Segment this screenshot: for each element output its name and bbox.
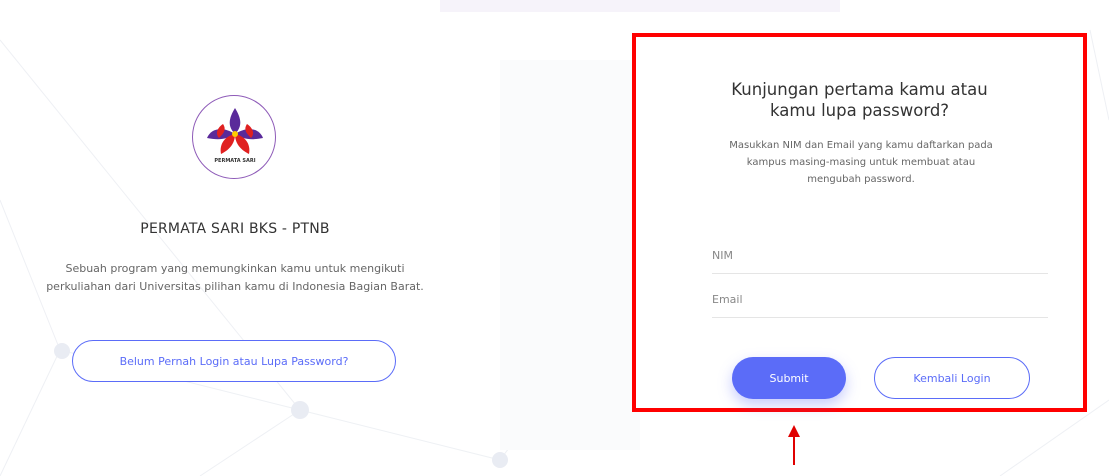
reset-password-card: Kunjungan pertama kamu atau kamu lupa pa… [632, 33, 1087, 412]
card-title-line: Kunjungan pertama kamu atau [731, 80, 988, 99]
brand-description-line: Sebuah program yang memungkinkan kamu un… [65, 262, 405, 275]
brand-description: Sebuah program yang memungkinkan kamu un… [0, 260, 470, 296]
card-subtitle-line: Masukkan NIM dan Email yang kamu daftark… [729, 140, 993, 151]
svg-text:PERMATA SARI: PERMATA SARI [214, 158, 255, 164]
nim-input[interactable] [712, 238, 1048, 274]
email-input[interactable] [712, 282, 1048, 318]
back-to-login-button[interactable]: Kembali Login [874, 357, 1030, 399]
brand-description-line: perkuliahan dari Universitas pilihan kam… [46, 280, 424, 293]
card-subtitle-line: mengubah password. [807, 174, 915, 185]
card-title: Kunjungan pertama kamu atau kamu lupa pa… [636, 79, 1083, 121]
card-title-line: kamu lupa password? [769, 101, 950, 120]
card-subtitle: Masukkan NIM dan Email yang kamu daftark… [696, 137, 1026, 188]
brand-title: PERMATA SARI BKS - PTNB [140, 221, 330, 237]
brand-panel: PERMATA SARI PERMATA SARI BKS - PTNB Seb… [0, 60, 470, 440]
annotation-arrow-icon [788, 425, 800, 465]
card-subtitle-line: kampus masing-masing untuk membuat atau [746, 157, 976, 168]
submit-button[interactable]: Submit [732, 357, 846, 399]
permata-sari-logo: PERMATA SARI [192, 95, 276, 179]
first-login-button[interactable]: Belum Pernah Login atau Lupa Password? [72, 340, 396, 382]
